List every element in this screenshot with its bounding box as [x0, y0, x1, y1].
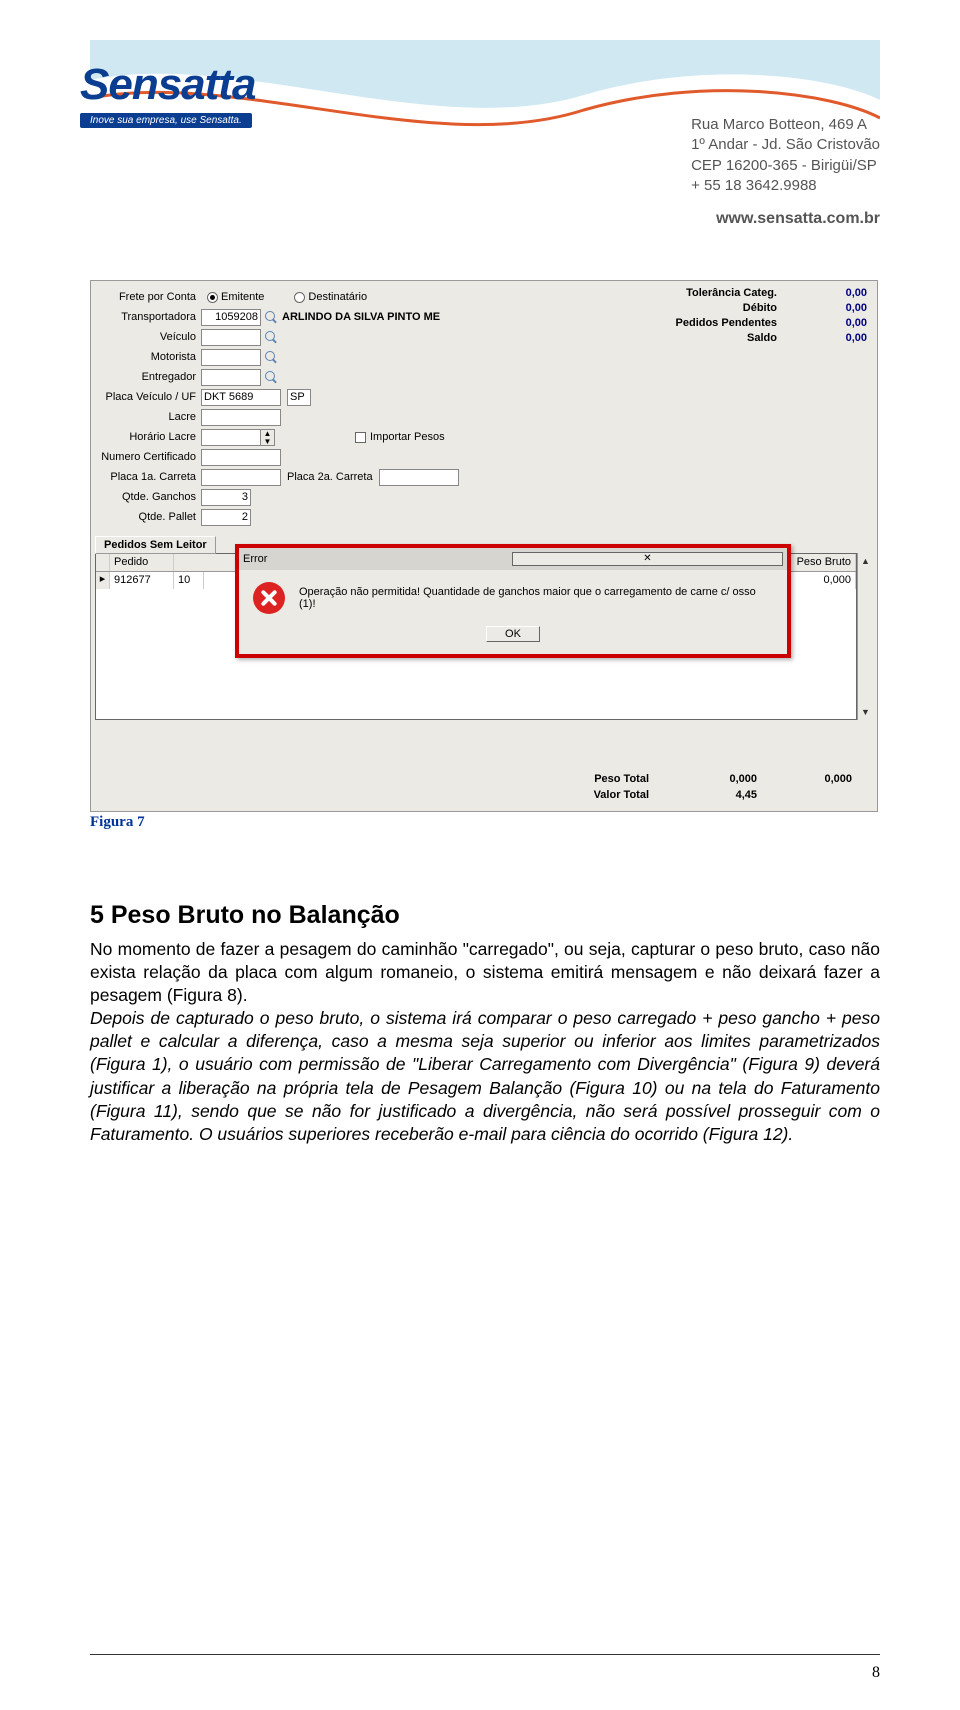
p2-input[interactable] — [379, 469, 459, 486]
radio-emitente[interactable] — [207, 292, 218, 303]
pesototal-value2: 0,000 — [782, 773, 852, 789]
sal-label: Saldo — [617, 332, 807, 347]
pen-label: Pedidos Pendentes — [617, 317, 807, 332]
brand-logo: Sensatta Inove sua empresa, use Sensatta… — [80, 60, 340, 128]
radio-destinatario-label: Destinatário — [308, 291, 367, 303]
tol-value: 0,00 — [807, 287, 867, 302]
lacre-label: Lacre — [101, 411, 201, 423]
p2-label: Placa 2a. Carreta — [287, 471, 373, 483]
placa-input[interactable] — [201, 389, 281, 406]
form-panel: Frete por Conta Emitente Destinatário Tr… — [101, 287, 531, 527]
scroll-down-icon[interactable]: ▼ — [858, 704, 873, 720]
tol-label: Tolerância Categ. — [617, 287, 807, 302]
pesototal-value: 0,000 — [677, 773, 757, 789]
motorista-input[interactable] — [201, 349, 261, 366]
col-pesobruto: Peso Bruto — [786, 554, 856, 571]
deb-value: 0,00 — [807, 302, 867, 317]
placa-label: Placa Veículo / UF — [101, 391, 201, 403]
spinner-icon[interactable]: ▲▼ — [261, 429, 275, 446]
pedidos-title: Pedidos Sem Leitor — [95, 536, 216, 554]
lacre-input[interactable] — [201, 409, 281, 426]
radio-emitente-label: Emitente — [221, 291, 264, 303]
horario-label: Horário Lacre — [101, 431, 201, 443]
col-pedido: Pedido — [110, 554, 174, 571]
cell-peso: 0,000 — [786, 572, 856, 589]
section-heading: 5 Peso Bruto no Balanção — [90, 901, 880, 930]
dialog-title: Error — [243, 553, 512, 565]
addr-line: 1º Andar - Jd. São Cristovão — [691, 135, 880, 155]
sal-value: 0,00 — [807, 332, 867, 347]
transportadora-input[interactable] — [201, 309, 261, 326]
scroll-up-icon[interactable]: ▲ — [858, 553, 873, 569]
close-icon[interactable]: ✕ — [512, 552, 783, 566]
frete-label: Frete por Conta — [101, 291, 201, 303]
entregador-label: Entregador — [101, 371, 201, 383]
numcert-input[interactable] — [201, 449, 281, 466]
totals-panel: Peso Total0,0000,000 Valor Total4,45 — [537, 773, 857, 805]
deb-label: Débito — [617, 302, 807, 317]
veiculo-input[interactable] — [201, 329, 261, 346]
numcert-label: Numero Certificado — [101, 451, 201, 463]
radio-destinatario[interactable] — [294, 292, 305, 303]
info-panel: Tolerância Categ.0,00 Débito0,00 Pedidos… — [617, 287, 867, 347]
motorista-label: Motorista — [101, 351, 201, 363]
transportadora-label: Transportadora — [101, 311, 201, 323]
p1-label: Placa 1a. Carreta — [101, 471, 201, 483]
addr-line: CEP 16200-365 - Birigüi/SP — [691, 156, 880, 176]
letterhead: Sensatta Inove sua empresa, use Sensatta… — [90, 40, 880, 250]
pallet-input[interactable] — [201, 509, 251, 526]
brand-tagline: Inove sua empresa, use Sensatta. — [80, 113, 252, 128]
transportadora-name: ARLINDO DA SILVA PINTO ME — [282, 311, 440, 323]
search-icon[interactable] — [264, 330, 278, 344]
valortotal-value: 4,45 — [677, 789, 757, 805]
section-body: No momento de fazer a pesagem do caminhã… — [90, 938, 880, 1146]
search-icon[interactable] — [264, 310, 278, 324]
pesototal-label: Peso Total — [537, 773, 677, 789]
addr-line: + 55 18 3642.9988 — [691, 176, 880, 196]
uf-input[interactable] — [287, 389, 311, 406]
dialog-message: Operação não permitida! Quantidade de ga… — [299, 582, 773, 610]
figure-caption: Figura 7 — [90, 814, 880, 831]
cell: 10 — [174, 572, 204, 589]
page-number: 8 — [872, 1664, 880, 1682]
scrollbar[interactable]: ▲ ▼ — [857, 553, 873, 720]
horario-input[interactable] — [201, 429, 261, 446]
website-url: www.sensatta.com.br — [716, 210, 880, 228]
error-dialog: Error ✕ Operação não permitida! Quantida… — [235, 544, 791, 658]
app-window: Frete por Conta Emitente Destinatário Tr… — [90, 280, 878, 812]
importar-checkbox[interactable] — [355, 432, 366, 443]
pallet-label: Qtde. Pallet — [101, 511, 201, 523]
address-block: Rua Marco Botteon, 469 A 1º Andar - Jd. … — [691, 115, 880, 196]
brand-name: Sensatta — [80, 60, 340, 110]
figure-7: Frete por Conta Emitente Destinatário Tr… — [90, 280, 880, 831]
cell-pedido: 912677 — [110, 572, 174, 589]
entregador-input[interactable] — [201, 369, 261, 386]
search-icon[interactable] — [264, 350, 278, 364]
addr-line: Rua Marco Botteon, 469 A — [691, 115, 880, 135]
dialog-titlebar: Error ✕ — [239, 548, 787, 570]
importar-label: Importar Pesos — [370, 431, 445, 443]
veiculo-label: Veículo — [101, 331, 201, 343]
ganchos-label: Qtde. Ganchos — [101, 491, 201, 503]
p1-input[interactable] — [201, 469, 281, 486]
ganchos-input[interactable] — [201, 489, 251, 506]
error-icon — [253, 582, 285, 614]
ok-button[interactable]: OK — [486, 626, 540, 642]
valortotal-label: Valor Total — [537, 789, 677, 805]
footer-rule — [90, 1654, 880, 1655]
pen-value: 0,00 — [807, 317, 867, 332]
search-icon[interactable] — [264, 370, 278, 384]
